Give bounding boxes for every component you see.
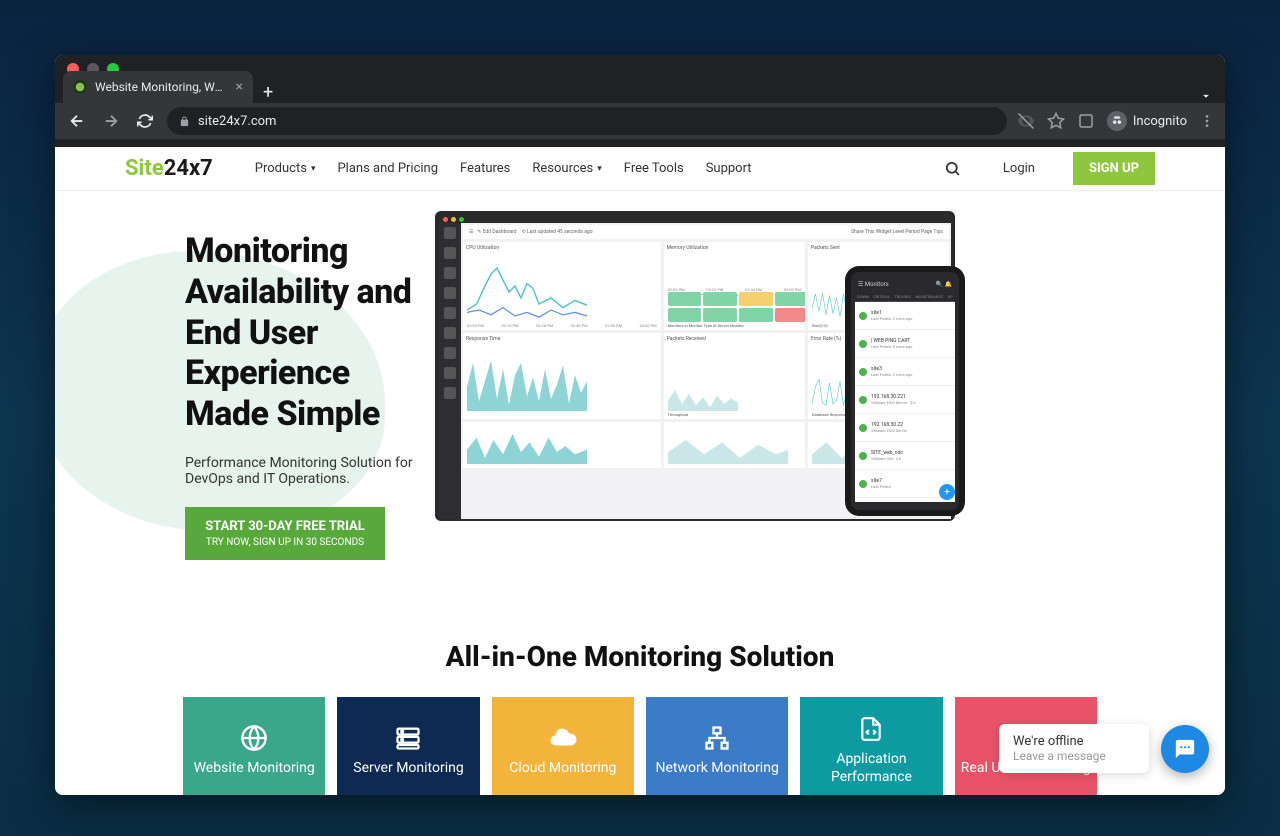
nav-support[interactable]: Support [706,161,752,176]
chevron-down-icon: ▾ [311,164,316,174]
url-input[interactable]: site24x7.com [167,107,1007,135]
nav-products[interactable]: Products ▾ [255,161,316,176]
nav-links: Products ▾ Plans and Pricing Features Re… [255,161,752,176]
hero-section: Monitoring Availability and End User Exp… [55,191,1225,560]
tabs-dropdown-icon[interactable] [1199,89,1213,103]
hero-subtitle: Performance Monitoring Solution for DevO… [185,455,435,487]
site-navbar: Site24x7 Products ▾ Plans and Pricing Fe… [55,147,1225,191]
hero-text: Monitoring Availability and End User Exp… [55,211,435,560]
tracking-icon[interactable] [1017,112,1035,130]
globe-icon [240,723,268,753]
chat-widget: We're offline Leave a message [999,724,1209,773]
cloud-icon [548,723,578,753]
login-link[interactable]: Login [1003,161,1035,176]
url-text: site24x7.com [198,114,276,129]
traffic-lights [55,55,1225,67]
browser-tab[interactable]: Website Monitoring, Website M × [63,71,253,103]
chevron-down-icon: ▾ [597,164,602,174]
chat-offline-message[interactable]: We're offline Leave a message [999,724,1149,773]
incognito-icon [1107,111,1127,131]
signup-button[interactable]: SIGN UP [1073,152,1155,185]
search-icon[interactable] [944,160,961,177]
tab-favicon [73,80,87,94]
hero-title: Monitoring Availability and End User Exp… [185,231,435,435]
lock-icon [179,116,190,127]
browser-menu-icon[interactable] [1199,113,1215,129]
solution-cloud[interactable]: Cloud Monitoring [492,697,634,795]
extensions-icon[interactable] [1077,112,1095,130]
nav-back-button[interactable] [65,109,89,133]
address-bar: site24x7.com Incognito [55,103,1225,139]
nav-features[interactable]: Features [460,161,510,176]
chat-button[interactable] [1161,725,1209,773]
tab-close-icon[interactable]: × [236,79,243,95]
solution-app[interactable]: Application Performance [800,697,942,795]
nav-plans[interactable]: Plans and Pricing [337,161,438,176]
server-icon [394,723,422,753]
site-logo[interactable]: Site24x7 [125,156,213,181]
tab-title: Website Monitoring, Website M [95,80,228,94]
incognito-badge[interactable]: Incognito [1107,111,1187,131]
solution-server[interactable]: Server Monitoring [337,697,479,795]
phone-mockup: ☰ Monitors🔍 🔔 DOWNCRITICALTROUBLEMAINTEN… [845,266,965,516]
dashboard-mockup: ☰ ✎ Edit Dashboard ⟲ Last updated 45 sec… [435,211,955,521]
browser-window: Website Monitoring, Website M × + [55,55,1225,795]
file-code-icon [858,714,884,744]
browser-toolbar-right: Incognito [1017,111,1215,131]
phone-fab-add: + [939,484,955,500]
start-trial-button[interactable]: START 30-DAY FREE TRIAL TRY NOW, SIGN UP… [185,507,385,560]
chat-icon [1174,738,1196,760]
bookmark-icon[interactable] [1047,112,1065,130]
network-icon [703,723,731,753]
nav-free-tools[interactable]: Free Tools [624,161,684,176]
hero-image: ☰ ✎ Edit Dashboard ⟲ Last updated 45 sec… [435,211,1225,560]
nav-reload-button[interactable] [133,109,157,133]
solution-network[interactable]: Network Monitoring [646,697,788,795]
nav-forward-button[interactable] [99,109,123,133]
browser-chrome: Website Monitoring, Website M × + [55,55,1225,147]
new-tab-button[interactable]: + [253,82,283,103]
page-content: Site24x7 Products ▾ Plans and Pricing Fe… [55,147,1225,795]
nav-resources[interactable]: Resources ▾ [532,161,601,176]
solution-website[interactable]: Website Monitoring [183,697,325,795]
tab-strip: Website Monitoring, Website M × + [55,67,1225,103]
solutions-heading: All-in-One Monitoring Solution [55,640,1225,673]
